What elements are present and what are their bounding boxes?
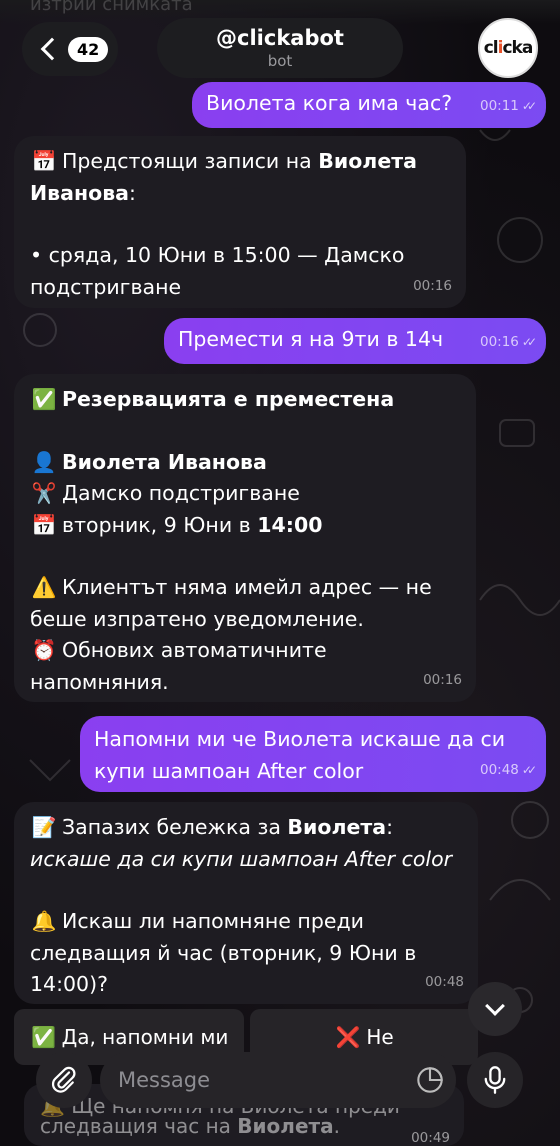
chevron-left-icon [40, 37, 64, 61]
unread-count-badge: 42 [68, 36, 109, 62]
chat-title[interactable]: @clickabot bot [157, 18, 403, 78]
message-text: Виолета кога има час? [206, 91, 453, 115]
message-placeholder: Message [118, 1068, 211, 1092]
calendar-icon: 📅 [31, 149, 57, 173]
message-line: 📅 вторник, 9 Юни в 14:00 [30, 510, 460, 542]
message-line: беше изпратено уведомление. [30, 606, 364, 631]
scrolled-ghost-text: изтрий снимката [30, 0, 193, 15]
message-outgoing[interactable]: Премести я на 9ти в 14ч 00:16 ✓✓ [164, 318, 546, 364]
message-line: ✂️ Дамско подстригване [30, 478, 460, 510]
message-line: ✅ Резервацията е преместена [30, 384, 460, 416]
message-incoming[interactable]: 📝 Запазих бележка за Виолета: искаше да с… [14, 802, 478, 1004]
message-time: 00:48 ✓✓ [479, 761, 537, 778]
chevron-down-icon [485, 996, 505, 1016]
message-time: 00:16 [423, 671, 462, 688]
double-check-icon: ✓✓ [521, 762, 537, 777]
avatar-logo-c: cka [502, 38, 533, 58]
alarm-clock-icon: ⏰ [31, 638, 57, 662]
message-time: 00:11 ✓✓ [479, 97, 537, 114]
check-icon: ✅ [31, 387, 57, 411]
scroll-to-bottom-button[interactable] [468, 982, 522, 1036]
message-line: 🔔 Искаш ли напомняне преди [30, 906, 462, 938]
message-line: 📝 Запазих бележка за Виолета: [30, 812, 462, 844]
message-line: 14:00)? [30, 972, 108, 996]
avatar[interactable]: cl i cka [478, 18, 538, 78]
back-button[interactable]: 42 [22, 22, 118, 76]
message-line: напомняния. [30, 669, 169, 694]
message-line: 📅 Предстоящи записи на Виолета [30, 146, 450, 178]
message-time: 00:16 [413, 277, 452, 294]
message-incoming[interactable]: 📅 Предстоящи записи на Виолета Иванова: •… [14, 136, 466, 308]
microphone-button[interactable] [467, 1052, 523, 1108]
message-line: купи шампоан After color [94, 758, 364, 783]
microphone-icon [484, 1066, 506, 1094]
message-input[interactable]: Message [100, 1052, 456, 1108]
message-line: 👤 Виолета Иванова [30, 447, 460, 479]
message-line: следващия й час (вторник, 9 Юни в [30, 940, 417, 965]
sticker-icon[interactable] [416, 1066, 444, 1094]
chat-subtitle: bot [267, 52, 293, 70]
message-incoming[interactable]: ✅ Резервацията е преместена 👤 Виолета Иван… [14, 374, 476, 702]
attach-button[interactable] [36, 1052, 92, 1108]
avatar-logo-a: cl [483, 38, 499, 58]
double-check-icon: ✓✓ [521, 98, 537, 113]
cross-icon: ❌ [335, 1025, 361, 1049]
message-outgoing[interactable]: Виолета кога има час? 00:11 ✓✓ [192, 82, 546, 128]
keyboard-button-label: Да, напомни ми [61, 1025, 229, 1049]
keyboard-button-label: Не [366, 1025, 394, 1049]
memo-icon: 📝 [31, 815, 57, 839]
message-time: 00:49 [411, 1130, 450, 1146]
message-line: • сряда, 10 Юни в 15:00 — Дамско [30, 243, 405, 267]
message-line: Напомни ми че Виолета искаше да си [94, 727, 506, 751]
bell-icon: 🔔 [31, 909, 57, 933]
message-text: Премести я на 9ти в 14ч [178, 327, 444, 351]
message-line: Иванова: [30, 180, 136, 205]
scissors-icon: ✂️ [31, 481, 57, 505]
double-check-icon: ✓✓ [521, 334, 537, 349]
check-icon: ✅ [31, 1025, 57, 1049]
message-line: ⚠️ Клиентът няма имейл адрес — не [30, 572, 460, 604]
paperclip-icon [51, 1066, 76, 1093]
message-time: 00:16 ✓✓ [479, 333, 537, 350]
chat-name: @clickabot [216, 26, 344, 50]
warning-icon: ⚠️ [31, 575, 57, 599]
calendar-icon: 📅 [31, 512, 57, 537]
message-outgoing[interactable]: Напомни ми че Виолета искаше да си купи … [80, 716, 546, 792]
message-line: ⏰ Обнових автоматичните [30, 635, 460, 667]
message-time: 00:48 [425, 973, 464, 990]
message-line: искаше да си купи шампоан After color [30, 846, 453, 871]
person-icon: 👤 [31, 449, 57, 474]
message-line: подстригване [30, 274, 182, 299]
